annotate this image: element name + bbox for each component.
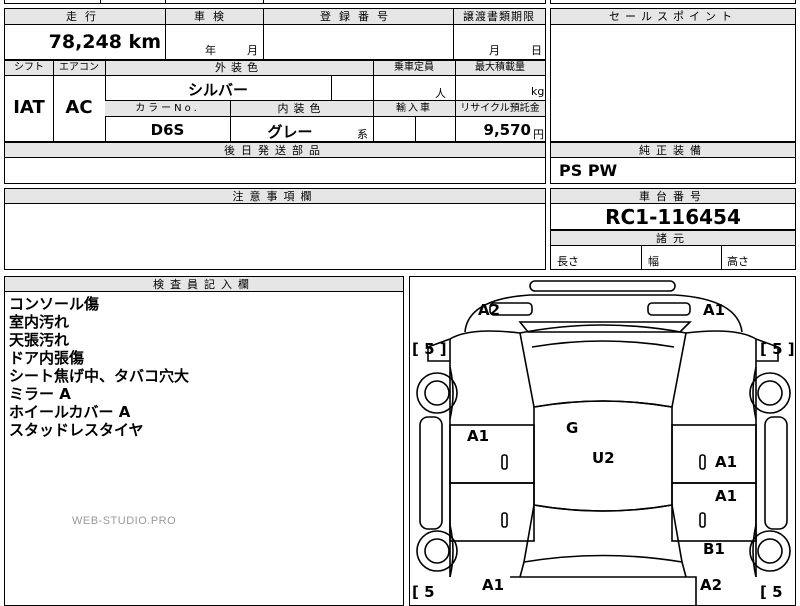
dimensions-header: 諸元 [551,231,795,246]
mileage-header: 走行 [66,10,104,23]
later-parts-box: 後日発送部品 [4,142,546,184]
height-label: 高さ [727,255,749,268]
recycle-unit: 円 [533,128,544,141]
inspector-notes-box: 検査員記入欄 コンソール傷 室内汚れ 天張汚れ ドア内張傷 シート焦げ中、タバコ… [4,276,404,606]
transfer-month-unit: 月 [489,44,500,57]
capacity-unit: 人 [435,87,446,100]
sales-point-header: セールスポイント [551,9,795,25]
inspection-year-unit: 年 [205,44,216,57]
spec-block: シフト エアコン 外装色 乗車定員 最大積載量 カラーNo. 内装色 輸入車 リ… [4,60,546,142]
sales-point-box: セールスポイント [550,8,796,142]
color-no-value: D6S [150,121,185,139]
damage-rear-right: A2 [700,576,723,594]
note-line: ドア内張傷 [9,349,85,367]
inspection-header: 車検 [194,10,232,23]
exterior-color-header: 外装色 [215,61,263,74]
length-label: 長さ [557,255,579,268]
import-header: 輸入車 [396,103,432,114]
note-line: 天張汚れ [9,331,70,349]
damage-front-right: A1 [703,301,726,319]
damage-roof: U2 [592,449,615,467]
max-load-header: 最大積載量 [475,62,525,73]
chassis-box: 車台番号 RC1-116454 [550,188,796,230]
damage-door-right-rear: A1 [715,487,738,505]
note-line: ミラー A [9,385,71,403]
color-no-header: カラーNo. [135,103,200,114]
aircon-value: AC [65,97,93,118]
top-cut-strip-right [550,0,796,4]
shift-value: IAT [13,97,45,118]
mileage-value: 78,248 km [48,31,161,53]
standard-equipment-value: PS PW [559,161,618,180]
tire-label-right-top: [ 5 ] [760,340,795,358]
vehicle-info-block: 走行 車検 登録番号 譲渡書類期限 78,248 km 年 月 月 日 [4,8,546,60]
exterior-color-value: シルバー [187,81,248,99]
damage-rear-left: A1 [482,576,505,594]
interior-color-value: グレー [267,123,313,141]
recycle-header: リサイクル預託金 [460,103,540,114]
registration-header: 登録番号 [320,10,396,23]
standard-equipment-box: 純正装備 PS PW [550,142,796,184]
damage-rear-right-fender: B1 [703,540,725,558]
later-parts-header: 後日発送部品 [5,143,545,158]
car-diagram-box: [ 5 ] [ 5 ] [ 5 [ 5 A2 A1 A1 A1 A1 B1 A1… [409,276,796,606]
caution-box: 注意事項欄 [4,188,546,270]
chassis-number: RC1-116454 [605,205,741,229]
width-label: 幅 [648,255,659,268]
note-line: 室内汚れ [9,313,70,331]
inspection-month-unit: 月 [247,44,258,57]
tire-label-left-top: [ 5 ] [412,340,447,358]
interior-color-header: 内装色 [277,102,326,115]
watermark: WEB-STUDIO.PRO [72,515,177,527]
note-line: シート焦げ中、タバコ穴大 [9,367,190,385]
capacity-header: 乗車定員 [394,62,434,73]
note-line: スタッドレスタイヤ [9,421,144,439]
top-cut-strip [4,0,546,4]
interior-color-suffix: 系 [357,128,368,141]
transfer-day-unit: 日 [531,44,542,57]
max-load-unit: kg [531,85,545,98]
tire-label-right-bottom: [ 5 [760,583,783,601]
damage-glass: G [566,419,579,437]
inspector-notes-header: 検査員記入欄 [5,277,403,292]
transfer-deadline-header: 譲渡書類期限 [463,10,535,23]
recycle-value: 9,570 [483,121,531,139]
note-line: ホイールカバー A [9,403,131,421]
tire-label-left-bottom: [ 5 [412,583,435,601]
dimensions-box: 諸元 長さ 幅 高さ [550,230,796,270]
damage-front-left: A2 [478,301,501,319]
damage-door-right-front: A1 [715,453,738,471]
damage-door-left-front: A1 [467,427,490,445]
inspector-notes-list: コンソール傷 室内汚れ 天張汚れ ドア内張傷 シート焦げ中、タバコ穴大 ミラー … [9,295,399,439]
note-line: コンソール傷 [9,295,100,313]
standard-equipment-header: 純正装備 [551,143,795,158]
aircon-header: エアコン [59,62,99,73]
caution-header: 注意事項欄 [5,189,545,204]
shift-header: シフト [14,62,44,73]
chassis-header: 車台番号 [551,189,795,204]
